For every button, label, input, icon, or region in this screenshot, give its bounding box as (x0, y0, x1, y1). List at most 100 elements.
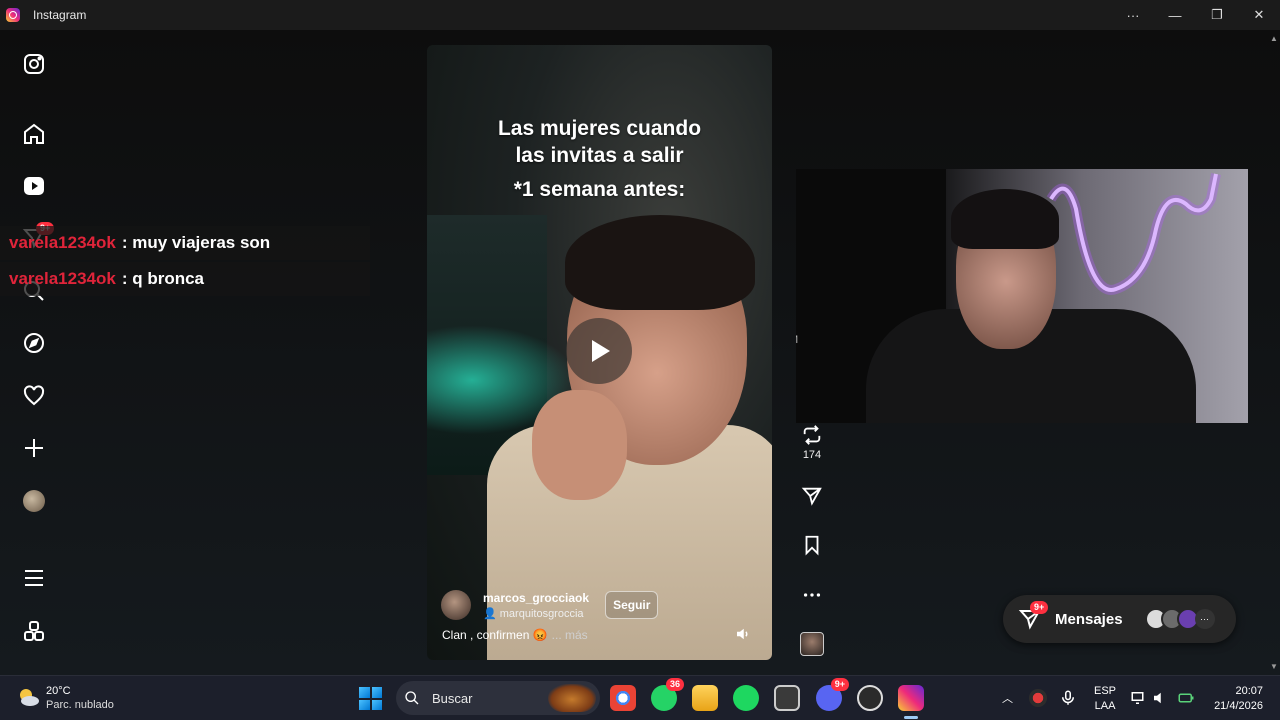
chrome-icon[interactable] (610, 685, 636, 711)
clock-time: 20:07 (1235, 685, 1263, 697)
more-avatars-icon: ··· (1194, 609, 1215, 629)
taskbar-search[interactable]: Buscar (396, 681, 600, 715)
restore-button[interactable]: ❐ (1196, 0, 1238, 30)
author-username[interactable]: marcos_grocciaok (483, 591, 589, 605)
repost-icon (803, 425, 821, 445)
sidebar: 9+ (0, 30, 68, 675)
input-language[interactable]: ESP LAA (1094, 684, 1116, 714)
create-plus-icon[interactable] (20, 434, 48, 462)
menu-hamburger-icon[interactable] (20, 564, 48, 592)
neon-light (1046, 173, 1221, 295)
scrollbar[interactable]: ▲ ▼ (1270, 34, 1278, 674)
scroll-down-arrow-icon[interactable]: ▼ (1270, 662, 1278, 671)
network-icon[interactable] (1130, 689, 1148, 707)
keyboard-layout: LAA (1094, 700, 1116, 712)
audio-thumbnail[interactable] (796, 632, 828, 656)
reel-description: Clan , confirmen 😡 ... más (442, 628, 588, 642)
microphone-icon[interactable] (1059, 689, 1077, 707)
description-text: Clan , confirmen 😡 (442, 628, 548, 642)
caption-line: las invitas a salir (515, 144, 684, 167)
explore-icon[interactable] (20, 329, 48, 357)
audio-thumbnail-image (800, 632, 824, 656)
window-controls: ··· — ❐ ✕ (1112, 0, 1280, 30)
bookmark-icon (805, 535, 819, 556)
search-icon (405, 691, 419, 705)
show-hidden-icons[interactable]: ︿ (1002, 690, 1013, 706)
stream-chat-overlay: varela1234ok : muy viajeras son varela12… (0, 226, 370, 298)
messages-button[interactable]: 9+ Mensajes ··· (1003, 595, 1236, 643)
capture-app-icon[interactable] (774, 685, 800, 711)
more-options-button[interactable]: ··· (1112, 0, 1154, 30)
notifications-heart-icon[interactable] (20, 382, 48, 410)
reel-video[interactable]: Las mujeres cuando las invitas a salir *… (427, 45, 772, 660)
audio-name: marquitosgroccia (499, 607, 584, 620)
avatar (23, 490, 45, 512)
instagram-taskbar-icon[interactable] (898, 685, 924, 711)
search-highlight-image (548, 684, 596, 712)
chat-username: varela1234ok (9, 233, 116, 252)
windows-logo-tile (359, 687, 370, 698)
instagram-logo-icon[interactable] (20, 50, 48, 78)
battery-icon[interactable] (1177, 689, 1195, 707)
weather-condition: Parc. nublado (46, 699, 114, 711)
title-bar: Instagram ··· — ❐ ✕ (0, 0, 1280, 30)
reel-caption: Las mujeres cuando las invitas a salir *… (427, 115, 772, 203)
instagram-app-icon (6, 8, 20, 22)
clock-date: 21/4/2026 (1214, 700, 1263, 712)
minimize-button[interactable]: — (1154, 0, 1196, 30)
caption-line: *1 semana antes: (513, 178, 686, 201)
home-icon[interactable] (20, 120, 48, 148)
volume-icon[interactable] (734, 625, 752, 643)
webcam-edge-text: M (796, 334, 798, 346)
windows-logo-tile (371, 699, 382, 710)
reel-author: marcos_grocciaok 👤 marquitosgroccia Segu… (441, 590, 659, 620)
direct-messages-icon: 9+ (1018, 601, 1049, 631)
spotify-icon[interactable] (733, 685, 759, 711)
webcam-overlay: M (796, 169, 1248, 423)
weather-temperature: 20°C (46, 685, 71, 697)
windows-logo-tile (371, 687, 382, 698)
system-clock[interactable]: 20:07 21/4/2026 (1214, 684, 1263, 714)
windows-logo-tile (359, 699, 370, 710)
webcam-person-hair (951, 189, 1059, 249)
partly-cloudy-icon (16, 685, 40, 709)
whatsapp-badge: 36 (665, 678, 684, 691)
obs-icon[interactable] (857, 685, 883, 711)
play-icon (592, 340, 610, 362)
discord-icon[interactable]: 9+ (816, 678, 849, 711)
tray-app-icon[interactable] (1029, 689, 1047, 707)
share-button[interactable] (796, 485, 828, 507)
messages-badge: 9+ (1030, 601, 1049, 614)
chat-text: : q bronca (121, 269, 204, 288)
profile-avatar[interactable] (20, 487, 48, 515)
weather-widget[interactable]: 20°C Parc. nublado (16, 685, 114, 711)
chat-message: varela1234ok : muy viajeras son (0, 226, 370, 260)
video-person-hand (532, 390, 627, 500)
volume-icon[interactable] (1151, 689, 1169, 707)
chat-text: : muy viajeras son (121, 233, 271, 252)
discord-badge: 9+ (830, 678, 849, 691)
active-app-indicator (904, 716, 918, 719)
whatsapp-icon[interactable]: 36 (651, 678, 684, 711)
scroll-up-arrow-icon[interactable]: ▲ (1270, 34, 1278, 43)
close-button[interactable]: ✕ (1238, 0, 1280, 30)
author-avatar[interactable] (441, 590, 471, 620)
chat-username: varela1234ok (9, 269, 116, 288)
file-explorer-icon[interactable] (692, 685, 718, 711)
save-button[interactable] (796, 534, 828, 556)
play-button[interactable] (566, 318, 632, 384)
start-button[interactable] (359, 687, 382, 710)
audio-credit[interactable]: 👤 marquitosgroccia (483, 607, 589, 620)
messages-label: Mensajes (1055, 610, 1123, 628)
reels-icon[interactable] (20, 172, 48, 200)
taskbar: 20°C Parc. nublado Buscar 36 9+ ︿ ESP LA… (0, 675, 1280, 720)
follow-button[interactable]: Seguir (605, 591, 659, 619)
more-options-button[interactable] (796, 584, 828, 606)
more-link[interactable]: ... más (552, 628, 588, 642)
repost-button[interactable]: 174 (796, 424, 828, 461)
search-label: Buscar (432, 690, 473, 706)
message-avatars: ··· (1144, 608, 1215, 630)
also-from-meta-icon[interactable] (20, 617, 48, 645)
chat-message: varela1234ok : q bronca (0, 262, 370, 296)
share-icon (801, 487, 822, 506)
